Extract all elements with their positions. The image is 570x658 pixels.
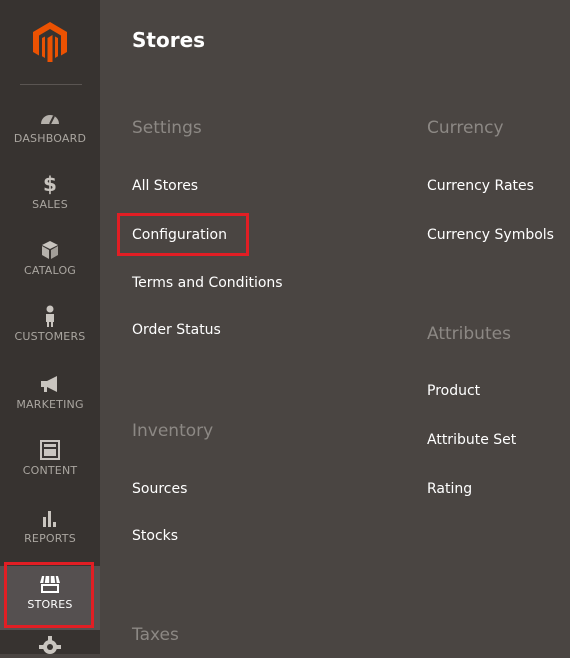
link-sources[interactable]: Sources (132, 481, 187, 497)
sidebar-divider (20, 84, 82, 85)
link-terms-and-conditions[interactable]: Terms and Conditions (132, 275, 283, 291)
logo[interactable] (0, 0, 100, 88)
admin-sidebar: DASHBOARD $ SALES CATALOG CUSTOMERS MARK… (0, 0, 100, 654)
magento-logo-icon (33, 22, 67, 62)
stores-highlight-box (4, 562, 94, 628)
link-all-stores[interactable]: All Stores (132, 178, 198, 194)
nav-catalog[interactable]: CATALOG (0, 232, 100, 296)
nav-label: CONTENT (22, 464, 78, 477)
nav-content[interactable]: CONTENT (0, 432, 100, 496)
megaphone-icon (0, 372, 100, 396)
nav-dashboard[interactable]: DASHBOARD (0, 100, 100, 164)
section-title-currency: Currency (427, 118, 504, 138)
section-title-attributes: Attributes (427, 324, 511, 344)
link-attribute-set[interactable]: Attribute Set (427, 432, 516, 448)
nav-system-partial[interactable] (0, 636, 100, 654)
nav-reports[interactable]: REPORTS (0, 500, 100, 564)
section-title-settings: Settings (132, 118, 202, 138)
dollar-icon: $ (43, 172, 57, 196)
nav-marketing[interactable]: MARKETING (0, 366, 100, 430)
panel-title: Stores (132, 28, 206, 52)
nav-customers[interactable]: CUSTOMERS (0, 298, 100, 362)
nav-sales[interactable]: $ SALES (0, 166, 100, 230)
cube-icon (0, 238, 100, 262)
section-title-inventory: Inventory (132, 421, 214, 441)
nav-label: CATALOG (23, 264, 77, 277)
person-icon (0, 304, 100, 328)
link-rating[interactable]: Rating (427, 481, 472, 497)
gear-icon (39, 636, 61, 654)
link-order-status[interactable]: Order Status (132, 322, 221, 338)
nav-label: MARKETING (16, 398, 84, 411)
speedometer-icon (0, 106, 100, 130)
link-currency-rates[interactable]: Currency Rates (427, 178, 534, 194)
nav-label: SALES (32, 198, 68, 211)
stores-menu-panel: Stores Settings All Stores Configuration… (100, 0, 570, 654)
bar-chart-icon (0, 506, 100, 530)
nav-label: DASHBOARD (13, 132, 87, 145)
nav-label: REPORTS (24, 532, 76, 545)
configuration-highlight-box (117, 213, 249, 256)
link-product[interactable]: Product (427, 383, 480, 399)
nav-label: CUSTOMERS (14, 330, 86, 343)
link-stocks[interactable]: Stocks (132, 528, 178, 544)
section-title-taxes: Taxes (132, 625, 179, 645)
layout-icon (0, 438, 100, 462)
link-currency-symbols[interactable]: Currency Symbols (427, 227, 554, 243)
